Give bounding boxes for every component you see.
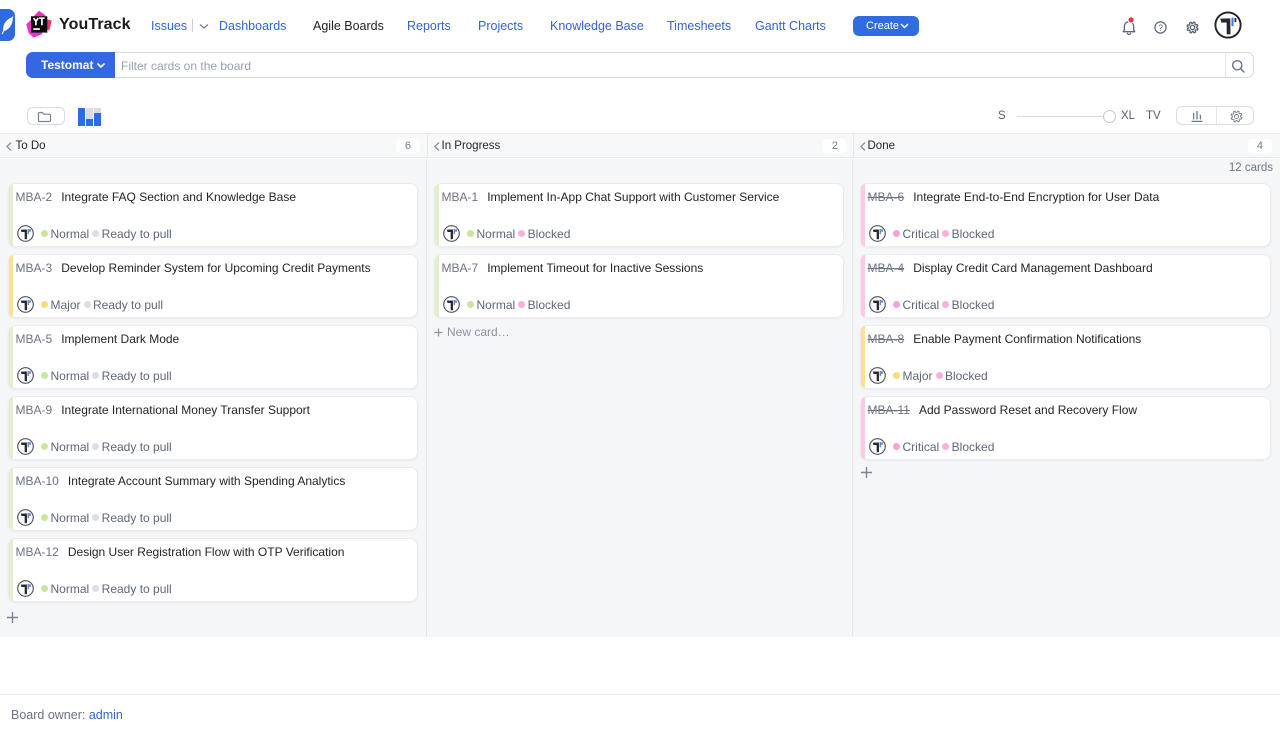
- svg-text:?: ?: [1158, 22, 1163, 32]
